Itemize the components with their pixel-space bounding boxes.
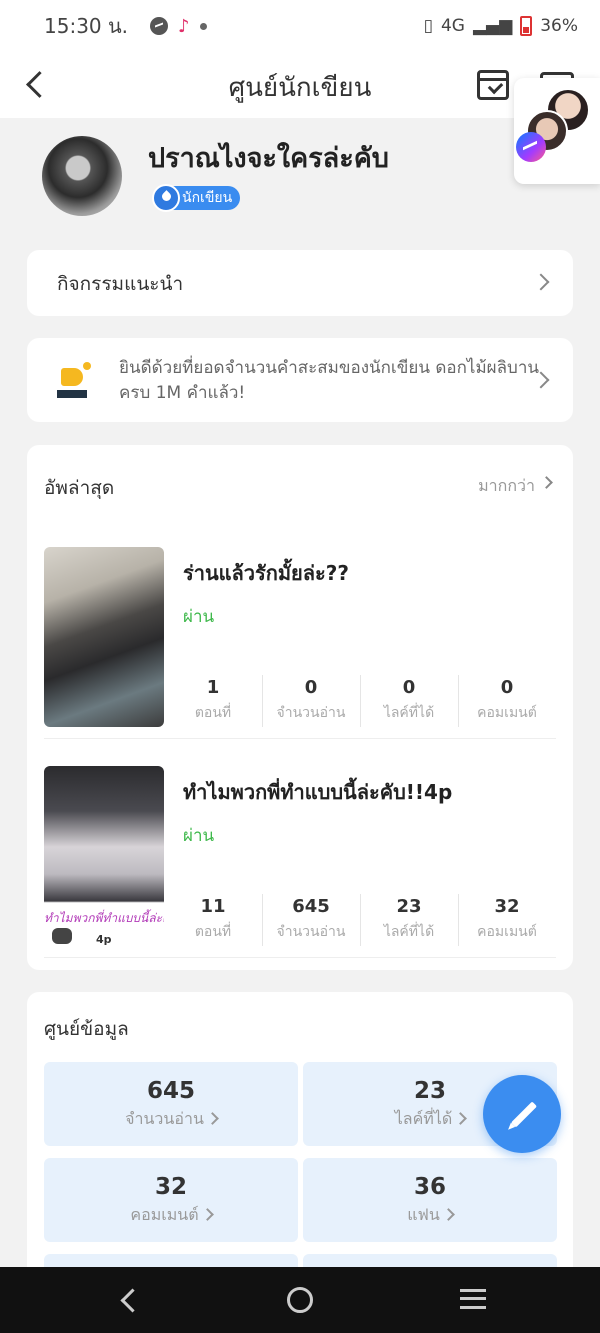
data-tile-reads[interactable]: 645 จำนวนอ่าน — [44, 1062, 298, 1146]
tiktok-notification-icon: ♪ — [178, 15, 190, 37]
stat-likes: 0 ไลค์ที่ได้ — [360, 675, 458, 727]
cover-title-text: ทำไมพวกพี่ทำแบบนี้ล่ะคับ — [44, 911, 164, 925]
system-recents-icon[interactable] — [460, 1289, 486, 1309]
milestone-banner[interactable]: ยินดีด้วยที่ยอดจำนวนคำสะสมของนักเขียน ดอ… — [27, 338, 573, 422]
chevron-right-icon — [441, 1208, 455, 1221]
signal-icon: ▂▄▆ — [472, 16, 513, 36]
stat-episodes: 1 ตอนที่ — [194, 677, 232, 721]
stat-reads: 645 จำนวนอ่าน — [262, 894, 360, 946]
book-cover[interactable]: ทำไมพวกพี่ทำแบบนี้ล่ะคับ 4p — [44, 766, 164, 946]
notification-icons: ♪ — [150, 16, 207, 37]
pencil-icon — [510, 1101, 538, 1128]
stat-reads: 0 จำนวนอ่าน — [262, 675, 360, 727]
book-stats: 11 ตอนที่ 645 จำนวนอ่าน 23 ไลค์ที่ได้ 32 คอม… — [164, 894, 556, 946]
section-title: อัพล่าสุด — [44, 477, 115, 499]
status-bar: 15:30 น. ♪ ▯ 4G ▂▄▆ 36% — [0, 0, 600, 52]
tile-value: 32 — [154, 1174, 187, 1200]
recommended-activities-label: กิจกรรมแนะนำ — [57, 273, 184, 295]
status-time: 15:30 น. — [44, 14, 129, 38]
network-type: 4G — [440, 16, 465, 36]
data-tile-comments[interactable]: 32 คอมเมนต์ — [44, 1158, 298, 1242]
system-home-icon[interactable] — [287, 1287, 313, 1313]
avatar[interactable] — [42, 136, 122, 216]
profile-name: ปราณไงจะใครล่ะคับ — [148, 143, 389, 174]
book-title[interactable]: ทำไมพวกพี่ทำแบบนี้ล่ะคับ!!4p — [183, 776, 452, 808]
chevron-right-icon — [454, 1112, 468, 1125]
page-title: ศูนย์นักเขียน — [228, 73, 372, 103]
tile-value: 36 — [413, 1174, 446, 1200]
tile-label: แฟน — [407, 1205, 440, 1224]
stat-comments: 32 คอมเมนต์ — [458, 894, 556, 946]
more-link[interactable]: มากกว่า — [478, 474, 553, 499]
status-right: ▯ 4G ▂▄▆ 36% — [424, 16, 578, 36]
cover-sub-text: 4p — [96, 933, 112, 946]
battery-icon — [520, 16, 533, 36]
latest-updates-section: อัพล่าสุด มากกว่า ร่านแล้วรักมั้ยล่ะ?? ผ… — [27, 445, 573, 970]
tile-label: ไลค์ที่ได้ — [394, 1109, 453, 1128]
book-title[interactable]: ร่านแล้วรักมั้ยล่ะ?? — [183, 557, 349, 589]
book-item[interactable]: ทำไมพวกพี่ทำแบบนี้ล่ะคับ 4p ทำไมพวกพี่ทำ… — [44, 766, 556, 958]
messenger-icon — [516, 132, 546, 162]
writer-profile: ปราณไงจะใครล่ะคับ นักเขียน — [42, 136, 502, 220]
tile-value: 645 — [146, 1078, 195, 1104]
messenger-notification-icon — [150, 17, 169, 35]
book-item[interactable]: ร่านแล้วรักมั้ยล่ะ?? ผ่าน 1 ตอนที่ 0 จำนวน… — [44, 547, 556, 739]
more-notifications-dot-icon — [199, 22, 207, 30]
chevron-right-icon — [206, 1112, 219, 1125]
chat-bubble-icon — [52, 928, 72, 944]
recommended-activities-row[interactable]: กิจกรรมแนะนำ — [27, 250, 573, 316]
book-cover[interactable] — [44, 547, 164, 727]
trophy-icon — [57, 362, 91, 398]
chevron-right-icon — [200, 1208, 214, 1221]
stat-comments: 0 คอมเมนต์ — [458, 675, 556, 727]
vibrate-icon: ▯ — [423, 16, 433, 36]
writer-badge-label: นักเขียน — [182, 190, 233, 206]
battery-percent: 36% — [540, 16, 578, 36]
top-nav-bar: ศูนย์นักเขียน — [0, 52, 600, 118]
book-status: ผ่าน — [183, 826, 215, 846]
chevron-right-icon — [532, 273, 550, 291]
write-button[interactable] — [483, 1075, 561, 1153]
calendar-check-icon[interactable] — [477, 70, 509, 100]
chevron-right-icon — [540, 476, 553, 489]
system-nav-bar — [0, 1267, 600, 1333]
stat-likes: 23 ไลค์ที่ได้ — [360, 894, 458, 946]
more-link-label: มากกว่า — [478, 476, 535, 495]
messenger-chat-head[interactable] — [514, 78, 600, 184]
book-status: ผ่าน — [183, 607, 215, 627]
system-back-icon[interactable] — [118, 1289, 140, 1311]
section-title: ศูนย์ข้อมูล — [44, 1018, 129, 1040]
stat-episodes: 11 ตอนที่ — [194, 896, 232, 940]
data-tile-fans[interactable]: 36 แฟน — [303, 1158, 557, 1242]
tile-label: จำนวนอ่าน — [125, 1109, 204, 1128]
writer-drop-icon — [152, 184, 180, 212]
book-stats: 1 ตอนที่ 0 จำนวนอ่าน 0 ไลค์ที่ได้ 0 คอมเมนต์ — [164, 675, 556, 727]
tile-label: คอมเมนต์ — [130, 1205, 199, 1224]
milestone-message: ยินดีด้วยที่ยอดจำนวนคำสะสมของนักเขียน ดอ… — [119, 358, 539, 403]
writer-badge: นักเขียน — [152, 184, 241, 212]
